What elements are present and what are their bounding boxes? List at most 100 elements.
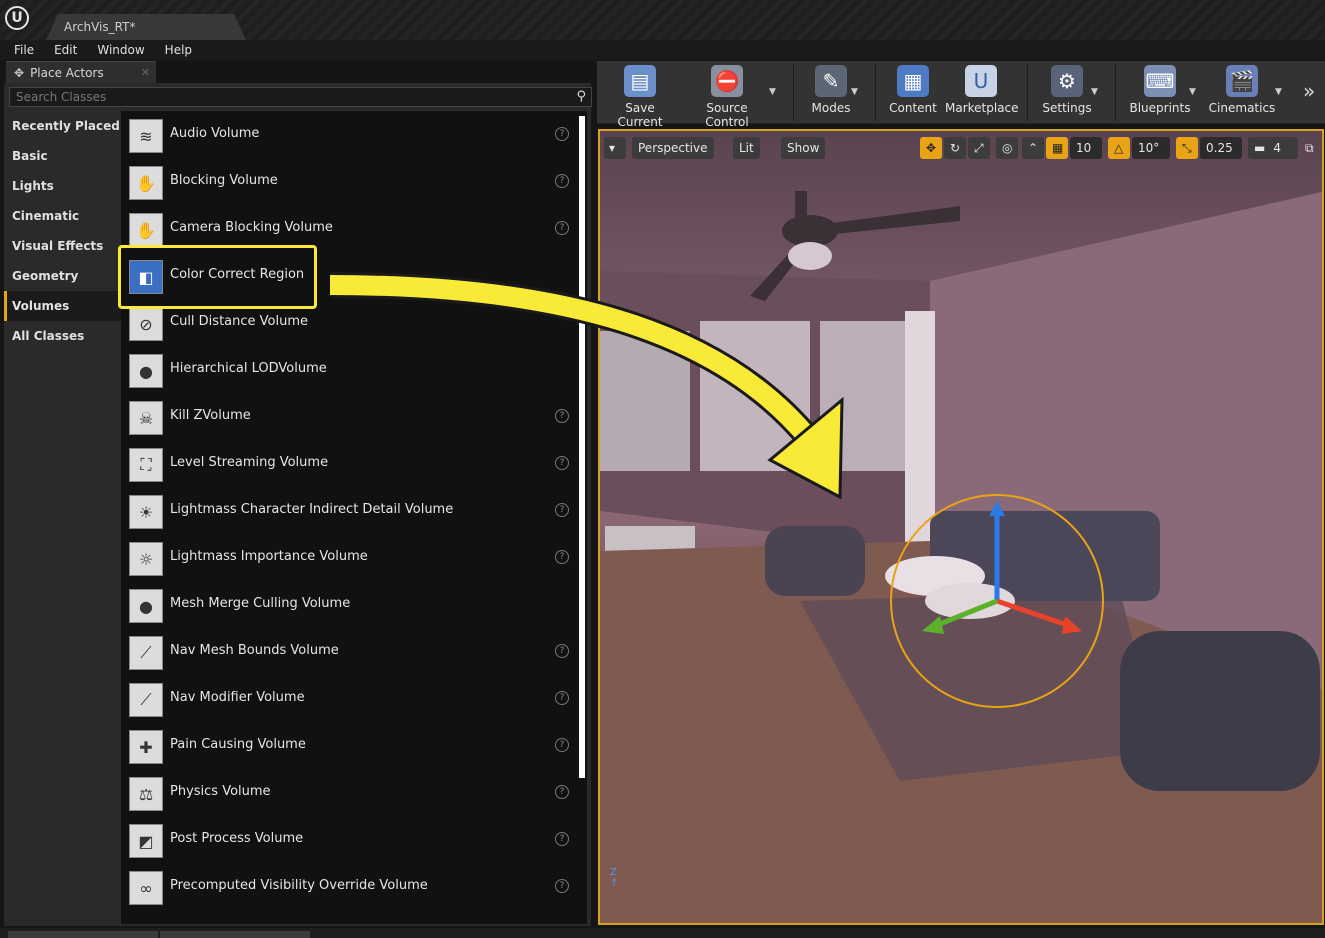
list-item[interactable]: ⟋ Nav Mesh Bounds Volume ? xyxy=(121,628,587,675)
content-button[interactable]: ▦ Content xyxy=(885,65,941,121)
source-control-label: Source Control xyxy=(705,101,749,129)
category-volumes[interactable]: Volumes xyxy=(4,291,122,321)
help-icon[interactable]: ? xyxy=(555,691,569,705)
surface-snap-icon[interactable]: ⌃ xyxy=(1022,137,1044,159)
unreal-logo-icon[interactable]: U xyxy=(5,6,29,30)
help-icon[interactable]: ? xyxy=(555,409,569,423)
list-item[interactable]: ✚ Pain Causing Volume ? xyxy=(121,722,587,769)
bottom-tab[interactable] xyxy=(160,931,310,938)
list-item[interactable]: ☠ Kill ZVolume ? xyxy=(121,393,587,440)
item-label: Nav Mesh Bounds Volume xyxy=(170,643,339,658)
list-item[interactable]: ✋ Blocking Volume ? xyxy=(121,158,587,205)
show-button[interactable]: Show xyxy=(781,137,826,159)
category-basic[interactable]: Basic xyxy=(4,141,122,171)
glasses-icon: ∞ xyxy=(129,871,163,905)
nav-mesh-icon: ⟋ xyxy=(129,636,163,670)
class-list: ≋ Audio Volume ? ✋ Blocking Volume ? ✋ C… xyxy=(121,111,587,924)
list-item[interactable]: ☼ Lightmass Importance Volume ? xyxy=(121,534,587,581)
pain-icon: ✚ xyxy=(129,730,163,764)
kill-z-icon: ☠ xyxy=(129,401,163,435)
place-actors-tab[interactable]: ✥ Place Actors ✕ xyxy=(6,61,156,83)
cinematics-button[interactable]: 🎬 Cinematics xyxy=(1205,65,1279,121)
grid-snap-icon[interactable]: ▦ xyxy=(1046,137,1068,159)
chevron-down-icon[interactable]: ▼ xyxy=(1091,87,1098,97)
item-label: Kill ZVolume xyxy=(170,408,251,423)
scale-snap-icon[interactable]: ⤡ xyxy=(1176,137,1198,159)
project-tab[interactable]: ArchVis_RT* xyxy=(46,14,246,40)
marketplace-button[interactable]: U Marketplace xyxy=(945,65,1019,121)
world-space-icon[interactable]: ◎ xyxy=(996,137,1018,159)
help-icon[interactable]: ? xyxy=(555,832,569,846)
item-label: Post Process Volume xyxy=(170,831,304,846)
help-icon[interactable]: ? xyxy=(555,879,569,893)
help-icon[interactable]: ? xyxy=(555,503,569,517)
modes-icon: ✎ xyxy=(815,65,847,97)
help-icon[interactable]: ? xyxy=(555,456,569,470)
list-item[interactable]: ☀ Lightmass Character Indirect Detail Vo… xyxy=(121,487,587,534)
category-visual-effects[interactable]: Visual Effects xyxy=(4,231,122,261)
sphere-icon: ● xyxy=(129,589,163,623)
list-item[interactable]: ◩ Post Process Volume ? xyxy=(121,816,587,863)
category-all-classes[interactable]: All Classes xyxy=(4,321,122,351)
chevron-down-icon[interactable]: ▼ xyxy=(1189,87,1196,97)
search-classes-input[interactable]: Search Classes ⚲ xyxy=(9,87,592,107)
help-icon[interactable]: ? xyxy=(555,738,569,752)
rotate-tool-icon[interactable]: ↻ xyxy=(944,137,966,159)
rotation-snap-icon[interactable]: △ xyxy=(1108,137,1130,159)
menu-file[interactable]: File xyxy=(0,43,44,57)
scale-snap-value[interactable]: 0.25 xyxy=(1200,137,1242,159)
source-control-button[interactable]: ⛔ Source Control xyxy=(685,65,769,129)
blueprints-button[interactable]: ⌨ Blueprints xyxy=(1125,65,1195,121)
grid-snap-value[interactable]: 10 xyxy=(1070,137,1102,159)
category-cinematic[interactable]: Cinematic xyxy=(4,201,122,231)
list-item[interactable]: ● Mesh Merge Culling Volume xyxy=(121,581,587,628)
save-icon: ▤ xyxy=(624,65,656,97)
modes-label: Modes xyxy=(811,101,851,115)
chevron-down-icon[interactable]: ▼ xyxy=(769,87,776,97)
help-icon[interactable]: ? xyxy=(555,644,569,658)
close-icon[interactable]: ✕ xyxy=(141,66,150,79)
list-item[interactable]: ≋ Audio Volume ? xyxy=(121,111,587,158)
rotation-snap-value[interactable]: 10° xyxy=(1132,137,1170,159)
bottom-tab[interactable] xyxy=(8,931,158,938)
hand-icon: ✋ xyxy=(129,166,163,200)
blueprints-label: Blueprints xyxy=(1129,101,1191,115)
place-actors-tab-label: Place Actors xyxy=(30,65,104,80)
level-viewport[interactable]: ▾ Perspective Lit Show ✥ ↻ ⤢ ◎ ⌃ ▦ 10 △ … xyxy=(598,129,1324,925)
help-icon[interactable]: ? xyxy=(555,174,569,188)
place-actors-panel: Search Classes ⚲ Recently Placed Basic L… xyxy=(4,83,592,926)
category-recently-placed[interactable]: Recently Placed xyxy=(4,111,122,141)
lighting-button[interactable]: Lit xyxy=(733,137,760,159)
help-icon[interactable]: ? xyxy=(555,550,569,564)
view-mode-button[interactable]: Perspective xyxy=(632,137,714,159)
viewport-options-button[interactable]: ▾ xyxy=(604,137,626,159)
settings-icon: ⚙ xyxy=(1051,65,1083,97)
help-icon[interactable]: ? xyxy=(555,127,569,141)
menu-edit[interactable]: Edit xyxy=(44,43,87,57)
scale-tool-icon[interactable]: ⤢ xyxy=(968,137,990,159)
list-item[interactable]: ⚖ Physics Volume ? xyxy=(121,769,587,816)
content-label: Content xyxy=(889,101,937,115)
help-icon[interactable]: ? xyxy=(555,785,569,799)
translate-tool-icon[interactable]: ✥ xyxy=(920,137,942,159)
category-lights[interactable]: Lights xyxy=(4,171,122,201)
chevron-down-icon[interactable]: ▼ xyxy=(1275,87,1282,97)
menu-window[interactable]: Window xyxy=(87,43,154,57)
menu-help[interactable]: Help xyxy=(155,43,202,57)
scrollbar[interactable] xyxy=(579,116,585,778)
settings-button[interactable]: ⚙ Settings xyxy=(1037,65,1097,121)
search-icon[interactable]: ⚲ xyxy=(576,89,586,104)
list-item[interactable]: ● Hierarchical LODVolume xyxy=(121,346,587,393)
item-label: Cull Distance Volume xyxy=(170,314,308,329)
maximize-viewport-icon[interactable]: ⧉ xyxy=(1302,137,1320,159)
list-item[interactable]: ∞ Precomputed Visibility Override Volume… xyxy=(121,863,587,910)
expand-toolbar-icon[interactable]: » xyxy=(1303,79,1315,103)
help-icon[interactable]: ? xyxy=(555,221,569,235)
list-item[interactable]: ⟋ Nav Modifier Volume ? xyxy=(121,675,587,722)
category-geometry[interactable]: Geometry xyxy=(4,261,122,291)
save-current-button[interactable]: ▤ Save Current xyxy=(603,65,677,129)
list-item[interactable]: ⛶ Level Streaming Volume ? xyxy=(121,440,587,487)
camera-speed-button[interactable]: ▬ 4 xyxy=(1248,137,1298,159)
chevron-down-icon[interactable]: ▼ xyxy=(851,87,858,97)
marketplace-icon: U xyxy=(965,65,997,97)
